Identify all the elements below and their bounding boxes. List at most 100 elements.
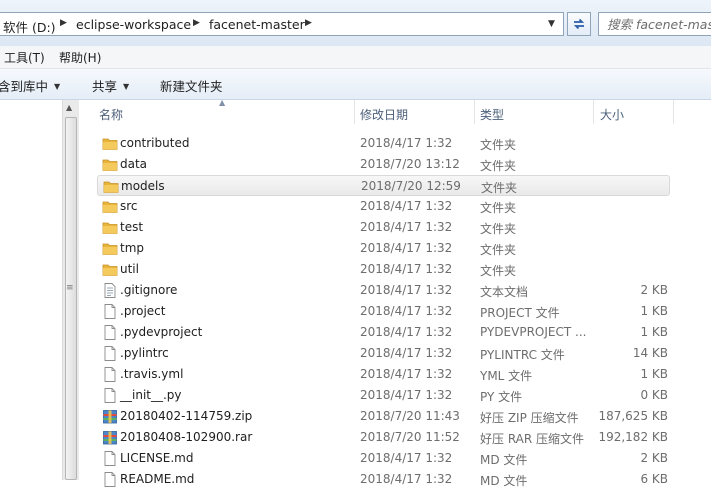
file-date: 2018/4/17 1:32 (360, 388, 453, 402)
file-type: 文件夹 (480, 243, 517, 257)
scroll-up-arrow-icon[interactable]: ▲ (66, 103, 72, 112)
file-row[interactable]: LICENSE.md 2018/4/17 1:32 MD 文件 2 KB (97, 448, 670, 469)
folder-icon (102, 136, 118, 151)
file-icon (102, 367, 118, 382)
file-icon (102, 325, 118, 340)
file-row[interactable]: 20180402-114759.zip 2018/7/20 11:43 好压 ZIP… (97, 406, 670, 427)
file-type: 文件夹 (480, 159, 517, 173)
column-divider[interactable] (593, 100, 594, 124)
file-size: 187,625 KB (598, 409, 668, 423)
scrollbar-grip-icon: ≡ (66, 283, 74, 293)
folder-row[interactable]: data 2018/7/20 13:12 文件夹 (97, 154, 670, 175)
file-size: 192,182 KB (598, 430, 668, 444)
file-type: 文件夹 (480, 222, 517, 236)
menu-help[interactable]: 帮助(H) (59, 49, 101, 66)
file-size: 0 KB (640, 388, 668, 402)
column-header-size[interactable]: 大小 (600, 106, 624, 123)
file-type: 好压 ZIP 压缩文件 (480, 411, 579, 425)
file-date: 2018/4/17 1:32 (360, 472, 453, 486)
file-name: data (120, 157, 148, 171)
file-date: 2018/7/20 13:12 (360, 157, 460, 171)
share-button[interactable]: 共享 ▼ (92, 76, 129, 95)
file-name: 20180408-102900.rar (120, 430, 253, 444)
file-name: .pylintrc (120, 346, 169, 360)
file-icon (102, 304, 118, 319)
address-bar-region: 软件 (D:) ▶ eclipse-workspace ▶ facenet-ma… (0, 0, 711, 46)
file-size: 2 KB (640, 283, 668, 297)
search-input[interactable] (607, 15, 711, 33)
file-date: 2018/4/17 1:32 (360, 304, 453, 318)
file-date: 2018/4/17 1:32 (360, 325, 453, 339)
file-row[interactable]: .pydevproject 2018/4/17 1:32 PYDEVPROJECT … (97, 322, 670, 343)
chevron-down-icon: ▼ (54, 82, 61, 91)
folder-row[interactable]: tmp 2018/4/17 1:32 文件夹 (97, 238, 670, 259)
folder-row[interactable]: models 2018/7/20 12:59 文件夹 (97, 175, 670, 196)
file-row[interactable]: .gitignore 2018/4/17 1:32 文本文档 2 KB (97, 280, 670, 301)
address-bar[interactable]: 软件 (D:) ▶ eclipse-workspace ▶ facenet-ma… (0, 12, 564, 36)
folder-row[interactable]: src 2018/4/17 1:32 文件夹 (97, 196, 670, 217)
file-type: YML 文件 (480, 369, 533, 383)
column-header-date[interactable]: 修改日期 (360, 106, 408, 123)
file-size: 1 KB (640, 367, 668, 381)
search-box[interactable] (598, 12, 711, 36)
file-row[interactable]: .pylintrc 2018/4/17 1:32 PYLINTRC 文件 14 KB (97, 343, 670, 364)
file-name: .project (120, 304, 166, 318)
column-header-name[interactable]: 名称 (99, 106, 123, 123)
file-name: .gitignore (120, 283, 178, 297)
file-date: 2018/7/20 11:52 (360, 430, 460, 444)
file-name: 20180402-114759.zip (120, 409, 253, 423)
include-in-library-label: 含到库中 (0, 79, 49, 94)
refresh-button[interactable] (567, 12, 591, 36)
file-date: 2018/4/17 1:32 (360, 262, 453, 276)
folder-row[interactable]: contributed 2018/4/17 1:32 文件夹 (97, 133, 670, 154)
file-row[interactable]: __init__.py 2018/4/17 1:32 PY 文件 0 KB (97, 385, 670, 406)
file-type: PYLINTRC 文件 (480, 348, 565, 362)
file-type: PYDEVPROJECT ... (480, 325, 587, 339)
file-date: 2018/4/17 1:32 (360, 199, 453, 213)
file-date: 2018/4/17 1:32 (360, 451, 453, 465)
scrollbar-thumb[interactable] (65, 117, 77, 480)
address-history-dropdown-icon[interactable]: ▼ (548, 19, 555, 29)
file-type: 文本文档 (480, 285, 529, 299)
folder-icon (102, 241, 118, 256)
breadcrumb-separator-icon[interactable]: ▶ (193, 18, 200, 28)
breadcrumb-project[interactable]: facenet-master (209, 17, 305, 32)
file-row[interactable]: 20180408-102900.rar 2018/7/20 11:52 好压 RAR… (97, 427, 670, 448)
folder-icon (102, 199, 118, 214)
file-row[interactable]: .travis.yml 2018/4/17 1:32 YML 文件 1 KB (97, 364, 670, 385)
file-type: 文件夹 (480, 201, 517, 215)
breadcrumb-separator-icon[interactable]: ▶ (60, 18, 67, 28)
file-name: .pydevproject (120, 325, 203, 339)
file-name: tmp (120, 241, 145, 255)
breadcrumb-workspace[interactable]: eclipse-workspace (76, 17, 191, 32)
archive-icon (102, 409, 118, 424)
new-folder-button[interactable]: 新建文件夹 (160, 76, 223, 95)
breadcrumb-drive[interactable]: 软件 (D:) (3, 17, 56, 36)
file-icon (102, 388, 118, 403)
menu-tools[interactable]: 工具(T) (4, 49, 45, 66)
folder-row[interactable]: util 2018/4/17 1:32 文件夹 (97, 259, 670, 280)
file-type: 文件夹 (481, 181, 518, 195)
include-in-library-button[interactable]: 含到库中 ▼ (0, 76, 60, 95)
file-type: MD 文件 (480, 474, 528, 488)
navigation-pane[interactable] (0, 100, 62, 480)
menu-bar: 工具(T) 帮助(H) (0, 46, 711, 69)
folder-row[interactable]: test 2018/4/17 1:32 文件夹 (97, 217, 670, 238)
file-name: README.md (120, 472, 195, 486)
folder-icon (102, 220, 118, 235)
column-divider[interactable] (474, 100, 475, 124)
file-row[interactable]: .project 2018/4/17 1:32 PROJECT 文件 1 KB (97, 301, 670, 322)
column-divider[interactable] (673, 100, 674, 124)
folder-icon (103, 179, 119, 194)
file-size: 2 KB (640, 451, 668, 465)
file-date: 2018/4/17 1:32 (360, 136, 453, 150)
navigation-scrollbar[interactable]: ▲ ≡ (62, 100, 79, 480)
toolbar: 含到库中 ▼ 共享 ▼ 新建文件夹 (0, 69, 711, 100)
breadcrumb-separator-icon[interactable]: ▶ (305, 18, 312, 28)
column-divider[interactable] (354, 100, 355, 124)
text-file-icon (102, 283, 118, 298)
file-type: 好压 RAR 压缩文件 (480, 432, 585, 446)
column-header-type[interactable]: 类型 (480, 106, 504, 123)
share-label: 共享 (92, 79, 118, 94)
file-date: 2018/7/20 11:43 (360, 409, 460, 423)
